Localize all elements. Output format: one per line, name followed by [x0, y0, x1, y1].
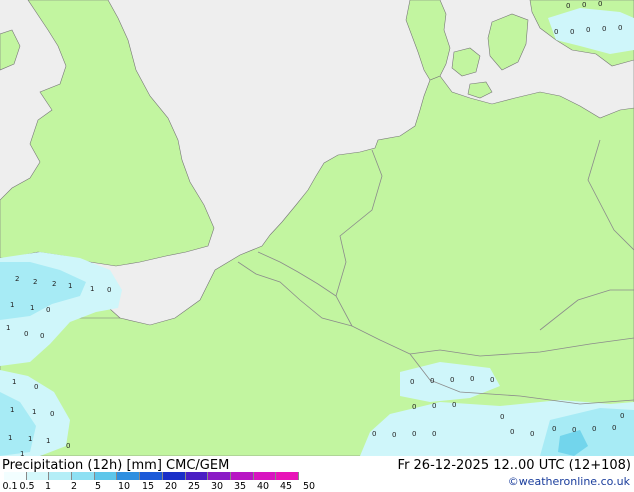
legend-tick-label: 50: [302, 481, 316, 492]
legend-colorbar: [4, 472, 299, 480]
site-credit[interactable]: ©weatheronline.co.uk: [508, 475, 630, 488]
legend-tick-label: 35: [233, 481, 247, 492]
map-canvas: 2 2 2 1 1 01 1 010 0101 1 01 1 1010 0 0 0 00 0 00 0 0 0 0 00 0 0 0…: [0, 0, 634, 456]
precip-point-value: 0: [66, 442, 70, 450]
map-footer: Precipitation (12h) [mm] CMC/GEM Fr 26-1…: [0, 456, 634, 492]
precip-point-value: 0: [107, 286, 111, 294]
legend-swatch: [94, 472, 118, 480]
precipitation-map: 2221101101001011011101000000000000000000…: [0, 0, 634, 492]
legend-tick-label: 30: [210, 481, 224, 492]
precip-point-value: 0: [582, 1, 586, 9]
legend-swatch: [4, 472, 27, 480]
legend-swatch: [276, 472, 299, 480]
precip-point-value: 0: [530, 430, 534, 438]
legend-tick-label: 10: [117, 481, 131, 492]
precip-point-value: 0: [432, 430, 436, 438]
legend-tick-label: 0.1: [2, 481, 18, 492]
precip-point-value: 0: [552, 425, 556, 433]
precip-point-value: 1: [10, 406, 14, 414]
legend-tick-label: 1: [44, 481, 52, 492]
precip-point-value: 0: [566, 2, 570, 10]
precip-point-value: 1: [8, 434, 12, 442]
legend-swatch: [117, 472, 141, 480]
legend-swatch: [72, 472, 95, 480]
precip-point-value: 0: [34, 383, 38, 391]
legend-tick-label: 40: [256, 481, 270, 492]
legend-tick-label: 45: [279, 481, 293, 492]
product-title: Precipitation (12h) [mm] CMC/GEM: [2, 458, 230, 473]
precip-point-value: 0: [392, 431, 396, 439]
legend-tick-label: 20: [164, 481, 178, 492]
precip-point-value: 0: [430, 377, 434, 385]
legend-swatch: [49, 472, 73, 480]
precip-point-value: 2: [52, 280, 56, 288]
precip-point-value: 0: [450, 376, 454, 384]
precip-point-value: 0: [602, 25, 606, 33]
precip-point-value: 1: [30, 304, 34, 312]
precip-point-value: 0: [490, 376, 494, 384]
precip-point-value: 0: [46, 306, 50, 314]
precip-point-value: 0: [500, 413, 504, 421]
precip-point-value: 0: [592, 425, 596, 433]
precip-point-value: 0: [412, 403, 416, 411]
legend-tick-label: 25: [187, 481, 201, 492]
legend-tick-label: 5: [94, 481, 102, 492]
precip-point-value: 0: [412, 430, 416, 438]
legend-swatch: [208, 472, 231, 480]
precip-point-value: 2: [33, 278, 37, 286]
precip-point-value: 0: [510, 428, 514, 436]
legend-swatch: [140, 472, 163, 480]
precip-point-value: 1: [12, 378, 16, 386]
precip-point-value: 0: [618, 24, 622, 32]
legend-swatch: [185, 472, 209, 480]
precip-point-value: 1: [90, 285, 94, 293]
legend-swatch: [253, 472, 277, 480]
precip-point-value: 0: [586, 26, 590, 34]
precip-point-value: 0: [432, 402, 436, 410]
precip-point-value: 1: [68, 282, 72, 290]
precip-point-value: 0: [554, 28, 558, 36]
valid-time: Fr 26-12-2025 12..00 UTC (12+108): [397, 458, 631, 473]
precip-point-value: 1: [6, 324, 10, 332]
precip-point-value: 1: [28, 435, 32, 443]
precip-point-value: 2: [15, 275, 19, 283]
precip-point-value: 0: [410, 378, 414, 386]
precip-point-value: 0: [620, 412, 624, 420]
legend-swatch: [26, 472, 50, 480]
precip-point-value: 0: [570, 28, 574, 36]
legend-tick-label: 2: [70, 481, 78, 492]
precip-point-value: 0: [612, 424, 616, 432]
precip-point-value: 0: [598, 0, 602, 8]
precip-point-value: 1: [10, 301, 14, 309]
legend-swatch: [230, 472, 254, 480]
precip-point-value: 1: [32, 408, 36, 416]
precip-point-value: 1: [46, 437, 50, 445]
precip-point-value: 0: [24, 330, 28, 338]
legend-tick-label: 15: [141, 481, 155, 492]
precip-point-value: 0: [470, 375, 474, 383]
legend-swatch: [162, 472, 186, 480]
legend-tick-label: 0.5: [19, 481, 35, 492]
precip-point-value: 0: [572, 426, 576, 434]
precip-point-value: 0: [50, 410, 54, 418]
precip-point-value: 0: [452, 401, 456, 409]
precip-point-value: 0: [372, 430, 376, 438]
precip-point-value: 0: [40, 332, 44, 340]
